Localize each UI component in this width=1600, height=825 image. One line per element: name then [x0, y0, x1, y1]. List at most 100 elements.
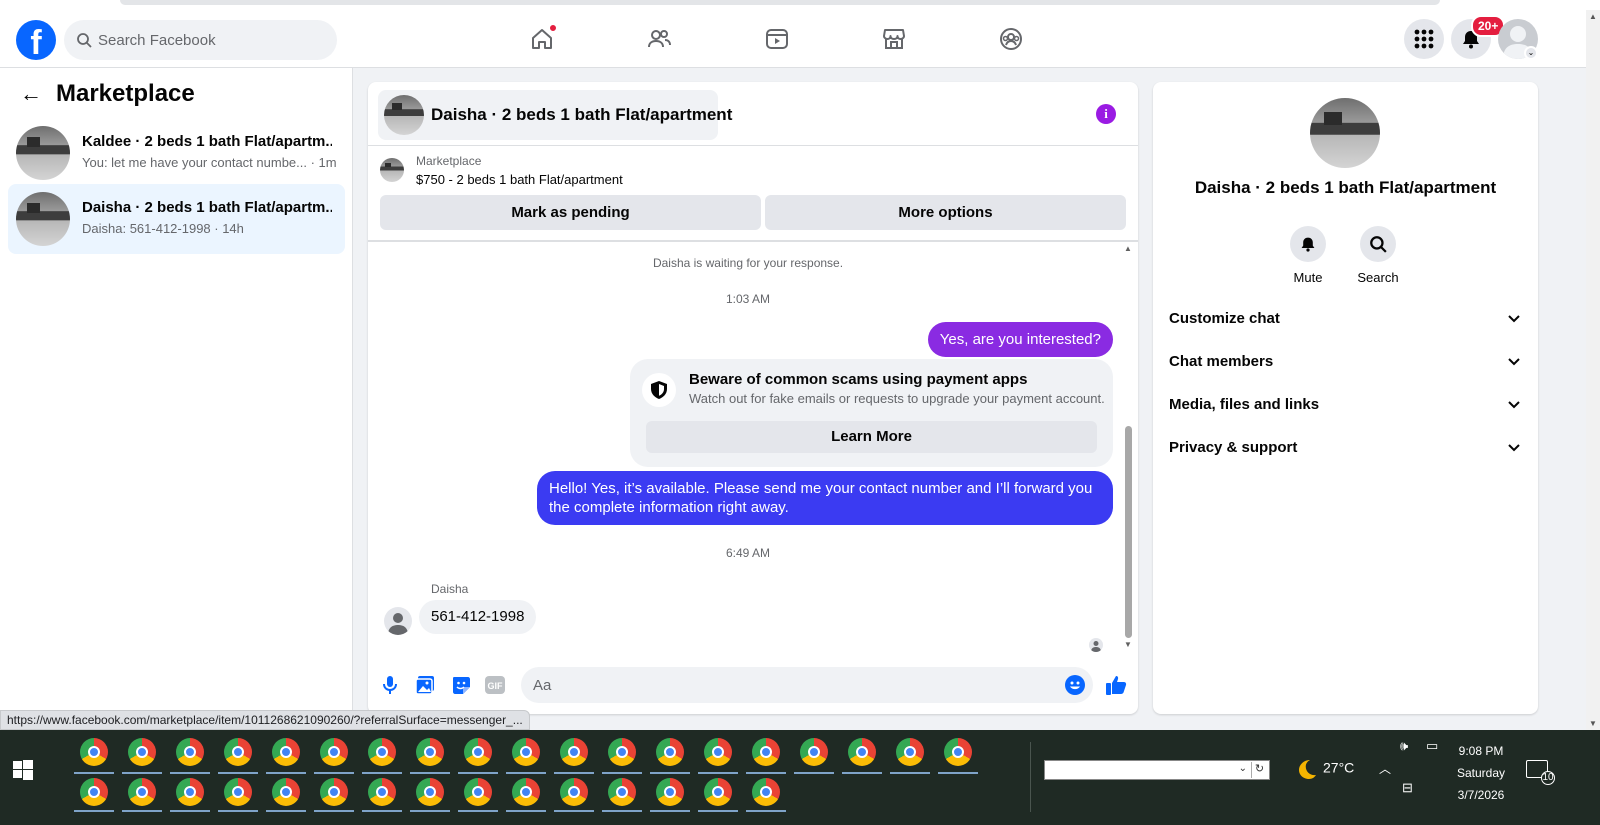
facebook-logo[interactable]: f: [16, 20, 56, 60]
taskbar-app-icon[interactable]: [938, 738, 978, 774]
taskbar-app-icon[interactable]: [698, 738, 738, 774]
section-privacy-support[interactable]: Privacy & support: [1169, 433, 1524, 463]
outgoing-message[interactable]: Hello! Yes, it’s available. Please send …: [537, 471, 1113, 525]
chevron-down-icon[interactable]: ⌄: [1524, 46, 1538, 60]
nav-video[interactable]: [760, 22, 794, 56]
scrollbar-thumb[interactable]: [1125, 426, 1132, 638]
section-media-files-links[interactable]: Media, files and links: [1169, 390, 1524, 420]
taskbar-app-icon[interactable]: [314, 778, 354, 812]
taskbar-app-icon[interactable]: [746, 738, 786, 774]
taskbar-app-icon[interactable]: [650, 738, 690, 774]
taskbar-app-icon[interactable]: [362, 738, 402, 774]
taskbar-app-icon[interactable]: [602, 778, 642, 812]
thumbs-up-icon[interactable]: [1104, 674, 1128, 696]
conversation-item[interactable]: Kaldee · 2 beds 1 bath Flat/apartm... Yo…: [8, 118, 345, 188]
taskbar-app-icon[interactable]: [890, 738, 930, 774]
taskbar-app-icon[interactable]: [506, 738, 546, 774]
sticker-icon[interactable]: [450, 674, 472, 696]
message-input[interactable]: [533, 667, 1053, 703]
chat-title-chip[interactable]: Daisha · 2 beds 1 bath Flat/apartment: [378, 90, 732, 140]
taskbar-app-icon[interactable]: [122, 738, 162, 774]
taskbar-app-icon[interactable]: [746, 778, 786, 812]
taskbar-app-icon[interactable]: [170, 738, 210, 774]
notification-center-icon[interactable]: 10: [1526, 760, 1555, 785]
taskbar-app-icon[interactable]: [266, 778, 306, 812]
taskbar-app-icon[interactable]: [362, 778, 402, 812]
weather-widget[interactable]: 27°C: [1295, 758, 1354, 780]
network-icon[interactable]: ⊟: [1402, 780, 1413, 796]
taskbar-app-icon[interactable]: [74, 778, 114, 812]
scroll-up-icon[interactable]: ▲: [1124, 244, 1132, 253]
search-input[interactable]: [98, 20, 328, 60]
menu-button[interactable]: [1404, 19, 1444, 59]
taskbar-app-icon[interactable]: [266, 738, 306, 774]
sender-avatar[interactable]: [384, 607, 412, 635]
chat-panel: Daisha · 2 beds 1 bath Flat/apartment i …: [368, 82, 1138, 714]
chat-avatar[interactable]: [1310, 98, 1380, 168]
message-input-wrapper[interactable]: [521, 667, 1093, 703]
gif-icon[interactable]: GIF: [484, 674, 506, 696]
notifications-button[interactable]: 20+: [1451, 15, 1506, 59]
mark-as-pending-button[interactable]: Mark as pending: [380, 195, 761, 230]
taskbar-app-icon[interactable]: [458, 738, 498, 774]
message-scrollbar[interactable]: ▲ ▼: [1123, 244, 1133, 652]
outgoing-message[interactable]: Yes, are you interested?: [927, 322, 1113, 357]
taskbar-app-icon[interactable]: [218, 738, 258, 774]
section-customize-chat[interactable]: Customize chat: [1169, 304, 1524, 334]
taskbar-app-icon[interactable]: [458, 778, 498, 812]
clock[interactable]: 9:08 PM Saturday 3/7/2026: [1440, 740, 1522, 806]
page-scrollbar[interactable]: ▲ ▼: [1586, 10, 1600, 730]
conversation-preview: You: let me have your contact numbe... ·…: [82, 155, 337, 170]
taskbar-address-box[interactable]: ⌄ ↻: [1044, 760, 1270, 780]
moon-icon: [1299, 760, 1316, 779]
emoji-icon[interactable]: [1065, 675, 1085, 695]
chevron-down-icon: [1508, 315, 1520, 323]
info-icon[interactable]: i: [1096, 104, 1116, 124]
taskbar-app-icon[interactable]: [74, 738, 114, 774]
section-chat-members[interactable]: Chat members: [1169, 347, 1524, 377]
taskbar-app-icon[interactable]: [170, 778, 210, 812]
taskbar-app-icon[interactable]: [554, 738, 594, 774]
taskbar-app-icon[interactable]: [842, 738, 882, 774]
taskbar-app-icon[interactable]: [506, 778, 546, 812]
learn-more-button[interactable]: Learn More: [646, 421, 1097, 453]
taskbar-app-icon[interactable]: [650, 778, 690, 812]
taskbar-app-icon[interactable]: [410, 778, 450, 812]
back-arrow-icon[interactable]: ←: [20, 81, 42, 107]
search-label: Search: [1357, 270, 1399, 285]
scroll-down-icon[interactable]: ▼: [1124, 640, 1132, 649]
video-icon: [766, 29, 788, 49]
taskbar-app-icon[interactable]: [602, 738, 642, 774]
taskbar-separator: [1030, 742, 1031, 812]
refresh-icon[interactable]: ↻: [1251, 762, 1267, 778]
search-box[interactable]: [64, 20, 337, 60]
search-in-chat-button[interactable]: Search: [1348, 226, 1408, 285]
scroll-up-icon[interactable]: ▲: [1589, 12, 1597, 21]
taskbar-app-icon[interactable]: [122, 778, 162, 812]
show-hidden-icons-chevron-icon[interactable]: ︿: [1379, 760, 1391, 777]
taskbar-app-icon[interactable]: [314, 738, 354, 774]
photo-icon[interactable]: [414, 674, 436, 696]
nav-marketplace[interactable]: [877, 22, 911, 56]
more-options-button[interactable]: More options: [765, 195, 1126, 230]
nav-groups[interactable]: [994, 22, 1028, 56]
dropdown-arrow-icon[interactable]: ⌄: [1239, 763, 1247, 774]
incoming-message[interactable]: 561-412-1998: [419, 600, 537, 634]
taskbar-app-icon[interactable]: [554, 778, 594, 812]
conversation-item-active[interactable]: Daisha · 2 beds 1 bath Flat/apartm... Da…: [8, 184, 345, 254]
microphone-icon[interactable]: [379, 674, 401, 696]
listing-price: $750 - 2 beds 1 bath Flat/apartment: [416, 172, 623, 187]
bell-icon: [1290, 226, 1326, 262]
taskbar-app-icon[interactable]: [794, 738, 834, 774]
scroll-down-icon[interactable]: ▼: [1589, 719, 1597, 728]
nav-home[interactable]: [525, 22, 559, 56]
nav-friends[interactable]: [642, 22, 676, 56]
windows-start-icon[interactable]: [13, 760, 33, 780]
mute-button[interactable]: Mute: [1278, 226, 1338, 285]
speaker-icon[interactable]: 🕪: [1400, 738, 1408, 754]
timestamp: 6:49 AM: [725, 546, 771, 560]
meet-icon[interactable]: ▭: [1426, 738, 1438, 754]
taskbar-app-icon[interactable]: [410, 738, 450, 774]
taskbar-app-icon[interactable]: [218, 778, 258, 812]
taskbar-app-icon[interactable]: [698, 778, 738, 812]
